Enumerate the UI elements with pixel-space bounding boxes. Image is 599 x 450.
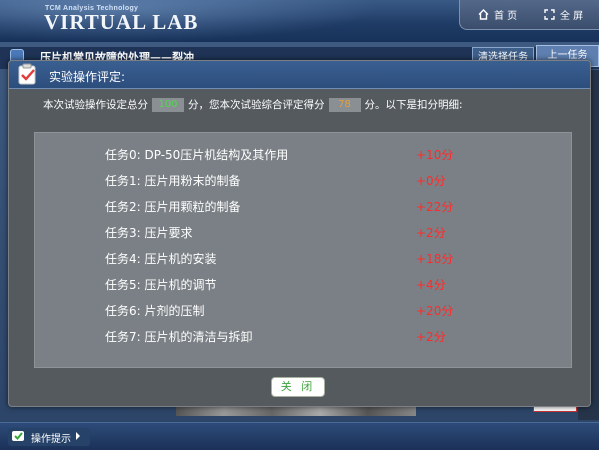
home-button[interactable]: 首 页 <box>478 0 517 30</box>
summary-middle: 分，您本次试验综合评定得分 <box>188 99 325 111</box>
tip-label: 操作提示 <box>31 433 71 445</box>
task-score: +10分 <box>416 148 454 162</box>
task-name: 任务6: 片剂的压制 <box>105 304 205 318</box>
task-row: 任务3: 压片要求 +2分 <box>105 220 525 246</box>
fullscreen-button[interactable]: 全 屏 <box>544 0 583 30</box>
home-label: 首 页 <box>494 11 518 22</box>
fullscreen-label: 全 屏 <box>560 11 584 22</box>
task-score: +20分 <box>416 304 454 318</box>
task-score: +2分 <box>416 226 446 240</box>
task-list: 任务0: DP-50压片机结构及其作用 +10分 任务1: 压片用粉末的制备 +… <box>105 142 525 350</box>
score-summary: 本次试验操作设定总分 100 分，您本次试验综合评定得分 78 分。以下是扣分明… <box>43 97 463 112</box>
task-row: 任务0: DP-50压片机结构及其作用 +10分 <box>105 142 525 168</box>
task-name: 任务3: 压片要求 <box>105 226 193 240</box>
brand-logo: VIRTUAL LAB <box>44 10 199 34</box>
total-score: 100 <box>152 97 184 112</box>
summary-suffix: 分。以下是扣分明细: <box>364 99 463 111</box>
top-nav: 首 页 全 屏 <box>459 0 599 30</box>
task-score: +2分 <box>416 330 446 344</box>
deduction-panel: 任务0: DP-50压片机结构及其作用 +10分 任务1: 压片用粉末的制备 +… <box>34 132 572 368</box>
app-header: TCM Analysis Technology VIRTUAL LAB 首 页 … <box>0 0 599 42</box>
task-score: +0分 <box>416 174 446 188</box>
clipboard-check-icon <box>16 63 40 87</box>
operation-tip-button[interactable]: 操作提示 <box>8 428 90 446</box>
close-button[interactable]: 关 闭 <box>271 377 325 397</box>
evaluation-dialog: 实验操作评定: 本次试验操作设定总分 100 分，您本次试验综合评定得分 78 … <box>8 60 591 407</box>
task-name: 任务2: 压片用颗粒的制备 <box>105 200 241 214</box>
home-icon <box>478 9 489 20</box>
summary-prefix: 本次试验操作设定总分 <box>43 99 148 111</box>
task-row: 任务5: 压片机的调节 +4分 <box>105 272 525 298</box>
task-score: +18分 <box>416 252 454 266</box>
task-row: 任务1: 压片用粉末的制备 +0分 <box>105 168 525 194</box>
dialog-titlebar: 实验操作评定: <box>9 61 590 89</box>
bottom-bar: 操作提示 <box>0 422 599 450</box>
task-row: 任务2: 压片用颗粒的制备 +22分 <box>105 194 525 220</box>
chevron-right-icon <box>75 431 81 443</box>
task-name: 任务4: 压片机的安装 <box>105 252 217 266</box>
task-row: 任务6: 片剂的压制 +20分 <box>105 298 525 324</box>
task-row: 任务4: 压片机的安装 +18分 <box>105 246 525 272</box>
task-score: +4分 <box>416 278 446 292</box>
tip-icon <box>11 429 27 446</box>
dialog-title: 实验操作评定: <box>49 70 126 84</box>
task-name: 任务0: DP-50压片机结构及其作用 <box>105 148 289 162</box>
obtained-score: 78 <box>328 97 361 112</box>
task-name: 任务1: 压片用粉末的制备 <box>105 174 241 188</box>
task-name: 任务7: 压片机的清洁与拆卸 <box>105 330 253 344</box>
task-name: 任务5: 压片机的调节 <box>105 278 217 292</box>
task-row: 任务7: 压片机的清洁与拆卸 +2分 <box>105 324 525 350</box>
task-score: +22分 <box>416 200 454 214</box>
fullscreen-icon <box>544 9 555 20</box>
